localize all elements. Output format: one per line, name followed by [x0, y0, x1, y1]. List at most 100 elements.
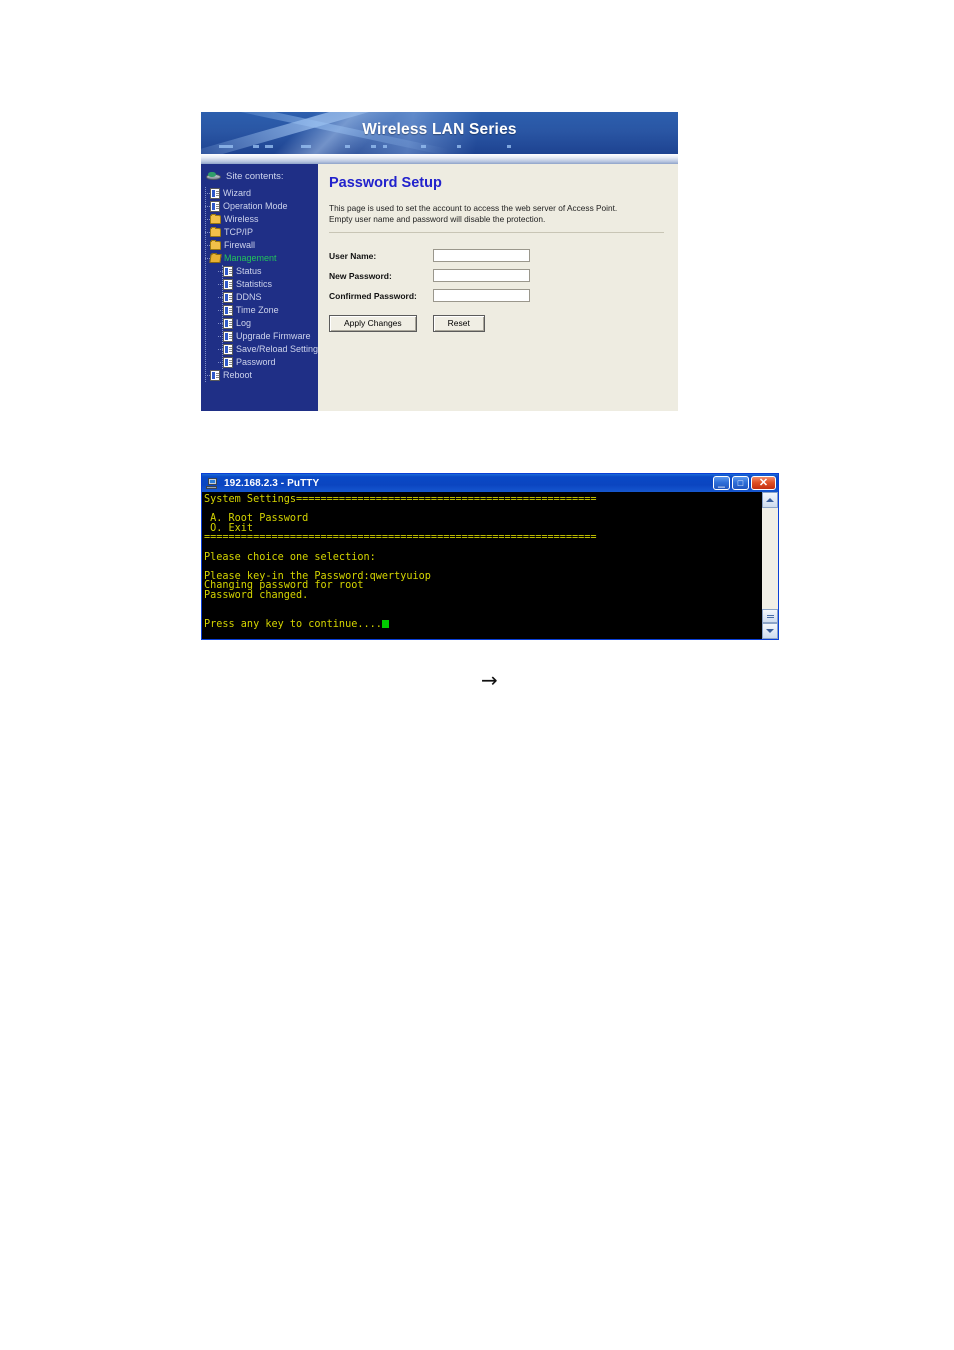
sidebar-heading: Site contents: [201, 171, 318, 182]
sidebar-navigation: Site contents: Wizard Operation Mode Wir… [201, 164, 318, 411]
folder-icon [210, 214, 221, 224]
page-icon [210, 370, 220, 381]
sidebar-item-label: Reboot [223, 370, 253, 380]
sidebar-item-status[interactable]: Status [205, 265, 318, 278]
terminal-scrollbar[interactable] [761, 492, 778, 639]
sidebar-tree: Wizard Operation Mode Wireless TCP/IP Fi… [201, 187, 318, 382]
sidebar-item-label: Management [224, 253, 277, 263]
folder-icon [210, 240, 221, 250]
putty-terminal-icon [206, 477, 219, 490]
minimize-button[interactable]: _ [713, 474, 730, 490]
terminal-line: Press any key to continue.... [204, 619, 761, 630]
router-web-ui: Wireless LAN Series Site contents: Wizar… [201, 112, 678, 411]
page-icon [223, 357, 233, 368]
banner-dot-row [209, 145, 539, 149]
form-row-confirmed-password: Confirmed Password: [329, 289, 664, 302]
sidebar-item-reboot[interactable]: Reboot [205, 369, 318, 382]
terminal-line: ========================================… [204, 532, 597, 544]
username-label: User Name: [329, 250, 377, 261]
sidebar-item-wireless[interactable]: Wireless [205, 213, 318, 226]
page-icon [223, 266, 233, 277]
page-description-line1: This page is used to set the account to … [329, 203, 618, 213]
sidebar-item-label: Wireless [224, 214, 259, 224]
close-button[interactable]: ✕ [751, 476, 776, 490]
page-icon [223, 331, 233, 342]
reset-button[interactable]: Reset [432, 315, 485, 332]
page-icon [223, 344, 233, 355]
sidebar-item-label: DDNS [236, 292, 262, 302]
sidebar-item-management[interactable]: Management [205, 252, 318, 265]
flow-arrow-icon: → [481, 668, 498, 692]
page-title: Password Setup [329, 175, 442, 191]
sidebar-item-operation-mode[interactable]: Operation Mode [205, 200, 318, 213]
section-divider [329, 232, 664, 233]
confirmed-password-label: Confirmed Password: [329, 290, 417, 301]
minimize-icon: _ [718, 474, 725, 488]
maximize-button[interactable]: □ [732, 476, 749, 490]
page-description: This page is used to set the account to … [329, 203, 664, 225]
putty-window-title: 192.168.2.3 - PuTTY [224, 477, 320, 489]
sidebar-item-label: Statistics [236, 279, 273, 289]
putty-titlebar[interactable]: 192.168.2.3 - PuTTY _ □ ✕ [202, 474, 778, 492]
sidebar-item-password[interactable]: Password [205, 356, 318, 369]
sidebar-item-label: Firewall [224, 240, 256, 250]
sidebar-item-label: Password [236, 357, 276, 367]
sidebar-item-firewall[interactable]: Firewall [205, 239, 318, 252]
terminal-line: System Settings=========================… [204, 494, 597, 505]
terminal-cursor [381, 619, 389, 628]
scrollbar-track[interactable] [762, 508, 778, 623]
product-banner: Wireless LAN Series [201, 112, 678, 154]
sidebar-item-label: Upgrade Firmware [236, 331, 311, 341]
page-icon [223, 305, 233, 316]
sidebar-item-label: Time Zone [236, 305, 279, 315]
confirmed-password-input[interactable] [433, 289, 530, 302]
scrollbar-thumb[interactable] [762, 609, 778, 623]
new-password-input[interactable] [433, 269, 530, 282]
sidebar-item-label: Status [236, 266, 262, 276]
page-icon [223, 279, 233, 290]
sidebar-item-ddns[interactable]: DDNS [205, 291, 318, 304]
sidebar-item-label: Save/Reload Setting [236, 344, 319, 354]
terminal-line: Please choice one selection: [204, 551, 376, 563]
page-icon [210, 188, 220, 199]
terminal-output[interactable]: System Settings=========================… [202, 492, 761, 639]
page-description-line2: Empty user name and password will disabl… [329, 214, 546, 224]
window-controls: _ □ ✕ [713, 474, 776, 490]
disk-icon [206, 171, 222, 182]
scroll-up-icon[interactable] [762, 492, 778, 508]
page-icon [210, 201, 220, 212]
putty-body: System Settings=========================… [202, 492, 778, 639]
sidebar-item-time-zone[interactable]: Time Zone [205, 304, 318, 317]
sidebar-item-label: Log [236, 318, 252, 328]
form-row-username: User Name: [329, 249, 664, 262]
username-input[interactable] [433, 249, 530, 262]
folder-open-icon [209, 254, 222, 263]
form-button-row: Apply Changes Reset [329, 315, 664, 332]
sidebar-item-upgrade-firmware[interactable]: Upgrade Firmware [205, 330, 318, 343]
form-row-new-password: New Password: [329, 269, 664, 282]
ui-body: Site contents: Wizard Operation Mode Wir… [201, 164, 678, 411]
sidebar-item-log[interactable]: Log [205, 317, 318, 330]
sidebar-item-save-reload-setting[interactable]: Save/Reload Setting [205, 343, 318, 356]
apply-changes-button[interactable]: Apply Changes [329, 315, 417, 332]
banner-underbar [201, 154, 678, 164]
folder-icon [210, 227, 221, 237]
new-password-label: New Password: [329, 270, 392, 281]
scroll-down-icon[interactable] [762, 623, 778, 639]
page-icon [223, 318, 233, 329]
sidebar-item-wizard[interactable]: Wizard [205, 187, 318, 200]
content-pane: Password Setup This page is used to set … [318, 164, 678, 411]
sidebar-item-tcpip[interactable]: TCP/IP [205, 226, 318, 239]
sidebar-item-statistics[interactable]: Statistics [205, 278, 318, 291]
page-icon [223, 292, 233, 303]
banner-title: Wireless LAN Series [362, 121, 517, 138]
sidebar-item-label: Operation Mode [223, 201, 288, 211]
putty-window: 192.168.2.3 - PuTTY _ □ ✕ System Setting… [201, 473, 779, 640]
sidebar-item-label: TCP/IP [224, 227, 254, 237]
terminal-line: Password changed. [204, 589, 309, 601]
maximize-icon: □ [737, 478, 744, 488]
close-icon: ✕ [758, 477, 769, 489]
sidebar-item-label: Wizard [223, 188, 252, 198]
sidebar-heading-label: Site contents: [226, 171, 284, 182]
